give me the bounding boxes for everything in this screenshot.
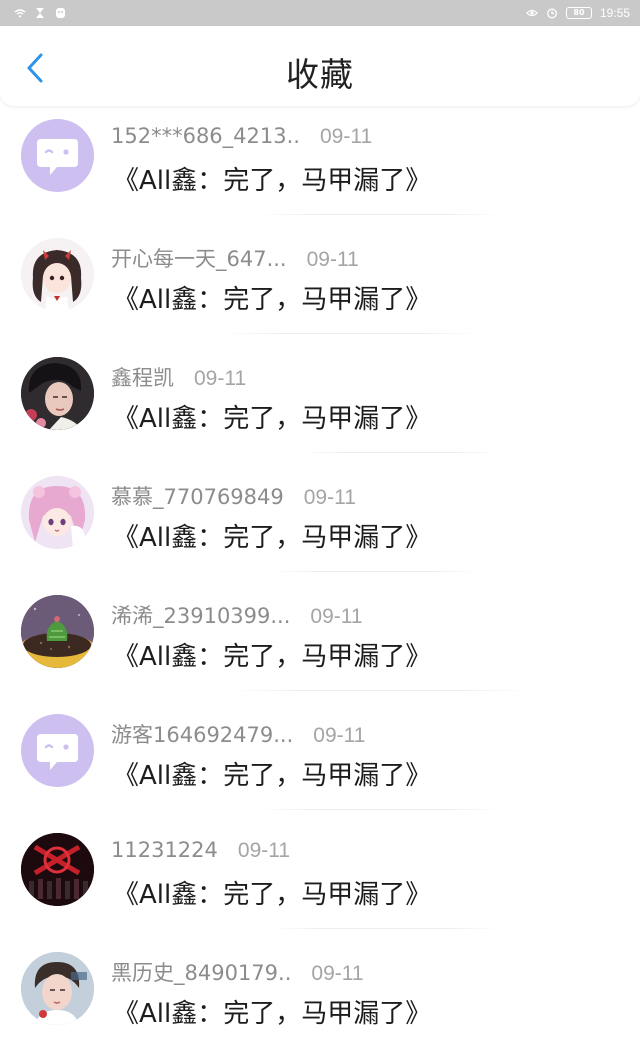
- date: 09-11: [237, 839, 291, 862]
- book-title[interactable]: 《All鑫：完了，马甲漏了》: [113, 636, 431, 673]
- status-right-icons: 80 19:55: [526, 6, 630, 20]
- list-item[interactable]: 游客164692479... 09-11 《All鑫：完了，马甲漏了》: [0, 691, 640, 810]
- list-item[interactable]: 11231224 09-11 《All鑫：完了，马甲漏了》: [0, 810, 640, 929]
- anime-girl-avatar[interactable]: [21, 238, 94, 311]
- item-meta: 11231224 09-11: [111, 838, 290, 863]
- item-meta: 游客164692479... 09-11: [111, 719, 365, 749]
- list-item[interactable]: 鑫程凯 09-11 《All鑫：完了，马甲漏了》: [0, 334, 640, 453]
- notification-app-icon: [54, 7, 66, 19]
- username[interactable]: 游客164692479...: [111, 719, 293, 749]
- book-title[interactable]: 《All鑫：完了，马甲漏了》: [113, 874, 431, 911]
- date: 09-11: [306, 248, 359, 271]
- book-title[interactable]: 《All鑫：完了，马甲漏了》: [113, 993, 431, 1030]
- book-title[interactable]: 《All鑫：完了，马甲漏了》: [113, 398, 431, 435]
- username[interactable]: 浠浠_23910399...: [111, 600, 290, 630]
- portrait-photo-avatar[interactable]: [21, 357, 94, 430]
- stage-group-photo-avatar[interactable]: [21, 833, 94, 906]
- battery-indicator: 80: [565, 7, 592, 19]
- header: 收藏: [0, 26, 640, 106]
- status-left-icons: [14, 7, 66, 19]
- list-item[interactable]: 黑历史_8490179.. 09-11 《All鑫：完了，马甲漏了》: [0, 929, 640, 1048]
- portrait-boy-avatar[interactable]: [21, 952, 94, 1025]
- status-bar: 80 19:55: [0, 0, 640, 26]
- list-item[interactable]: 152***686_4213.. 09-11 《All鑫：完了，马甲漏了》: [0, 96, 640, 215]
- username[interactable]: 152***686_4213..: [111, 124, 300, 148]
- date: 09-11: [319, 125, 373, 148]
- anime-pink-hair-avatar[interactable]: [21, 476, 94, 549]
- status-time: 19:55: [599, 6, 630, 20]
- date: 09-11: [194, 367, 247, 390]
- username[interactable]: 慕慕_770769849: [111, 481, 284, 511]
- username[interactable]: 开心每一天_647...: [111, 243, 287, 273]
- list-item[interactable]: 浠浠_23910399... 09-11 《All鑫：完了，马甲漏了》: [0, 572, 640, 691]
- eye-icon: [526, 7, 538, 19]
- list-item[interactable]: 慕慕_770769849 09-11 《All鑫：完了，马甲漏了》: [0, 453, 640, 572]
- book-title[interactable]: 《All鑫：完了，马甲漏了》: [113, 279, 431, 316]
- book-title[interactable]: 《All鑫：完了，马甲漏了》: [113, 755, 431, 792]
- item-meta: 鑫程凯 09-11: [111, 362, 246, 392]
- item-meta: 慕慕_770769849 09-11: [111, 481, 356, 511]
- list-item[interactable]: 开心每一天_647... 09-11 《All鑫：完了，马甲漏了》: [0, 215, 640, 334]
- hourglass-icon: [34, 7, 46, 19]
- default-chat-bubble-avatar[interactable]: [21, 119, 94, 192]
- book-title[interactable]: 《All鑫：完了，马甲漏了》: [113, 517, 431, 554]
- default-chat-bubble-avatar[interactable]: [21, 714, 94, 787]
- username[interactable]: 11231224: [111, 838, 218, 862]
- favorites-list: 152***686_4213.. 09-11 《All鑫：完了，马甲漏了》 开心…: [0, 96, 640, 1048]
- date: 09-11: [310, 605, 363, 628]
- date: 09-11: [313, 724, 366, 747]
- item-meta: 黑历史_8490179.. 09-11: [111, 957, 364, 987]
- username[interactable]: 黑历史_8490179..: [111, 957, 291, 987]
- cactus-plant-avatar[interactable]: [21, 595, 94, 668]
- page-title: 收藏: [286, 55, 354, 94]
- item-meta: 浠浠_23910399... 09-11: [111, 600, 363, 630]
- wifi-icon: [14, 7, 26, 19]
- date: 09-11: [303, 486, 356, 509]
- item-meta: 开心每一天_647... 09-11: [111, 243, 359, 273]
- item-meta: 152***686_4213.. 09-11: [111, 124, 372, 149]
- date: 09-11: [311, 962, 364, 985]
- book-title[interactable]: 《All鑫：完了，马甲漏了》: [113, 160, 431, 197]
- alarm-icon: [546, 7, 558, 19]
- username[interactable]: 鑫程凯: [111, 362, 174, 392]
